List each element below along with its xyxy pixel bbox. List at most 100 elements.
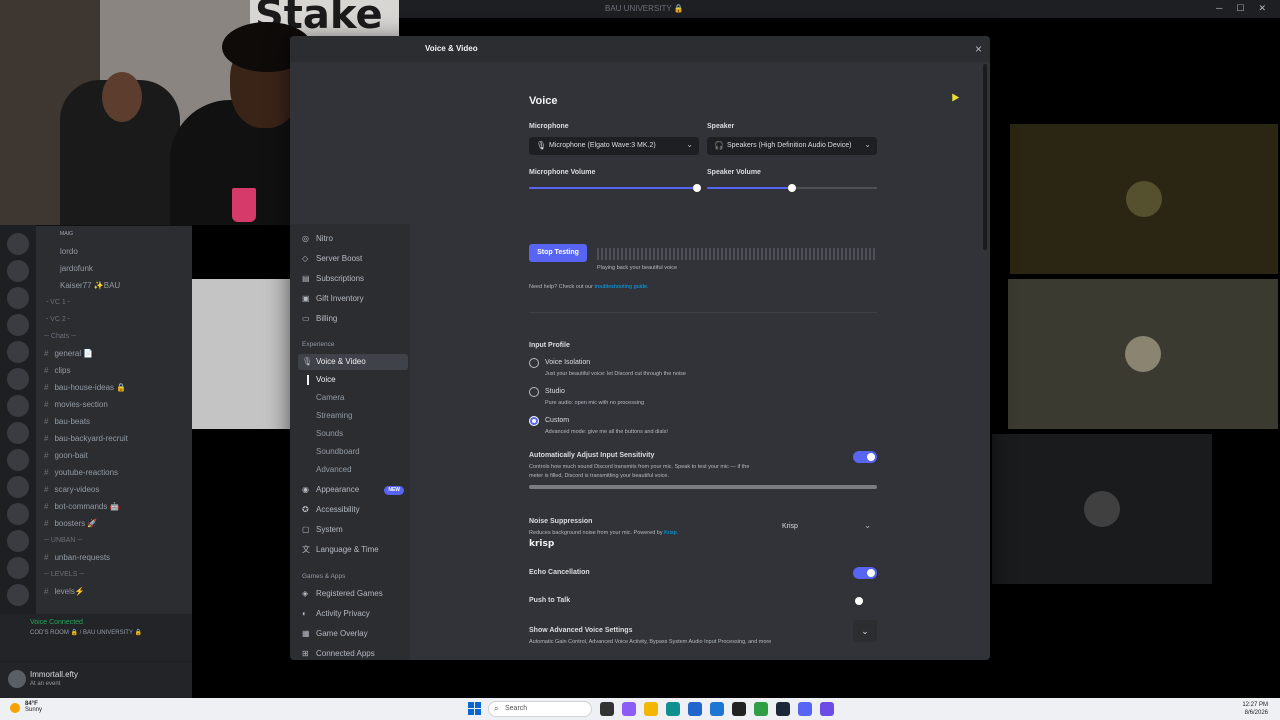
nav-item-nitro[interactable]: ◎ Nitro (298, 231, 408, 247)
video-tile[interactable] (1010, 124, 1278, 274)
channel-category[interactable]: ─ LEVELS ─ (36, 566, 192, 583)
video-tile[interactable] (192, 279, 292, 429)
auto-sensitivity-toggle[interactable] (853, 451, 877, 463)
nav-item-connected-apps[interactable]: ⊞ Connected Apps (298, 646, 408, 660)
server-icon[interactable] (7, 476, 29, 498)
channel-category[interactable]: ╶ VC 2 ╴ (36, 311, 192, 328)
push-to-talk-toggle[interactable] (853, 595, 877, 607)
expand-chevron-icon[interactable]: ⌄ (853, 620, 877, 642)
channel-category[interactable]: ╶ VC 1 ╴ (36, 294, 192, 311)
voice-connected-channel[interactable]: COD'S ROOM 🔒 / BAU UNIVERSITY 🔒 (30, 629, 142, 636)
stop-testing-button[interactable]: Stop Testing (529, 244, 587, 262)
channel-item[interactable]: # bau-backyard-recruit (36, 430, 192, 447)
voice-user[interactable]: jardofunk (36, 260, 192, 277)
nav-item-language-time[interactable]: 文 Language & Time (298, 542, 408, 558)
nav-item-gift-inventory[interactable]: ▣ Gift Inventory (298, 291, 408, 307)
nav-sub-camera[interactable]: Camera (316, 390, 344, 406)
chrome-icon[interactable] (754, 702, 768, 716)
noise-suppression-select[interactable]: Krisp ⌄ (775, 518, 877, 536)
channel-item[interactable]: # scary-videos (36, 481, 192, 498)
voice-user[interactable]: ᴹᴬᴵᴳ (36, 226, 192, 243)
slider-thumb[interactable] (693, 184, 702, 192)
nav-item-registered-games[interactable]: ◈ Registered Games (298, 586, 408, 602)
video-tile[interactable] (1008, 279, 1278, 429)
channel-item[interactable]: # movies-section (36, 396, 192, 413)
profile-option-title[interactable]: Custom (545, 417, 569, 424)
avatar[interactable] (8, 670, 26, 688)
nav-sub-streaming[interactable]: Streaming (316, 408, 352, 424)
close-window-icon[interactable]: ✕ (1258, 3, 1266, 14)
taskbar-search[interactable]: ⌕ Search (488, 701, 592, 717)
scrollbar[interactable] (983, 64, 987, 250)
weather-widget[interactable]: 84°F Sunny (25, 701, 42, 713)
server-icon[interactable] (7, 395, 29, 417)
channel-item[interactable]: # unban-requests (36, 549, 192, 566)
server-icon[interactable] (7, 584, 29, 606)
server-icon[interactable] (7, 503, 29, 525)
server-icon[interactable] (7, 260, 29, 282)
speaker-select[interactable]: 🎧 Speakers (High Definition Audio Device… (707, 137, 877, 155)
nav-item-billing[interactable]: ▭ Billing (298, 311, 408, 327)
troubleshooting-link[interactable]: troubleshooting guide. (594, 284, 648, 290)
close-icon[interactable]: × (975, 42, 982, 56)
maximize-icon[interactable]: ☐ (1236, 3, 1244, 14)
krisp-link[interactable]: Krisp. (664, 530, 678, 536)
edge-icon[interactable] (666, 702, 680, 716)
nav-item-system[interactable]: ▢ System (298, 522, 408, 538)
server-icon[interactable] (7, 233, 29, 255)
nav-item-activity-privacy[interactable]: ◐ Activity Privacy (298, 606, 408, 622)
nav-sub-soundboard[interactable]: Soundboard (316, 444, 360, 460)
task-view-icon[interactable] (600, 702, 614, 716)
windows-start-icon[interactable] (468, 702, 481, 715)
clock[interactable]: 12:27 PM 8/6/2026 (1242, 701, 1268, 717)
nav-sub-sounds[interactable]: Sounds (316, 426, 343, 442)
server-icon[interactable] (7, 368, 29, 390)
steam-icon[interactable] (776, 702, 790, 716)
voice-user[interactable]: Kaiser77 ✨BAU (36, 277, 192, 294)
server-icon[interactable] (7, 422, 29, 444)
copilot-icon[interactable] (622, 702, 636, 716)
echo-cancellation-toggle[interactable] (853, 567, 877, 579)
slider-thumb[interactable] (788, 184, 796, 192)
mail-icon[interactable] (710, 702, 724, 716)
channel-item[interactable]: # goon-bait (36, 447, 192, 464)
channel-item[interactable]: # boosters 🚀 (36, 515, 192, 532)
profile-option-title[interactable]: Voice Isolation (545, 359, 590, 366)
speaker-volume-slider[interactable] (707, 184, 877, 192)
channel-item[interactable]: # clips (36, 362, 192, 379)
channel-item[interactable]: # bau-beats (36, 413, 192, 430)
channel-item[interactable]: # levels⚡ (36, 583, 192, 600)
voice-user[interactable]: lordo (36, 243, 192, 260)
channel-category[interactable]: ─ Chats ─ (36, 328, 192, 345)
discord-icon[interactable] (798, 702, 812, 716)
nav-sub-voice[interactable]: Voice (316, 372, 336, 388)
nav-item-accessibility[interactable]: ✪ Accessibility (298, 502, 408, 518)
video-tile[interactable] (992, 434, 1212, 584)
server-icon[interactable] (7, 557, 29, 579)
nav-item-appearance[interactable]: ◉ Appearance NEW (298, 482, 408, 498)
nav-item-server-boost[interactable]: ◇ Server Boost (298, 251, 408, 267)
server-icon[interactable] (7, 530, 29, 552)
profile-radio[interactable] (529, 387, 539, 397)
nav-item-game-overlay[interactable]: ▦ Game Overlay (298, 626, 408, 642)
server-icon[interactable] (7, 287, 29, 309)
profile-radio[interactable] (529, 416, 539, 426)
mic-volume-slider[interactable] (529, 184, 702, 192)
minimize-icon[interactable]: ─ (1216, 3, 1222, 14)
nav-item-subscriptions[interactable]: ▤ Subscriptions (298, 271, 408, 287)
app-icon[interactable] (820, 702, 834, 716)
channel-item[interactable]: # youtube-reactions (36, 464, 192, 481)
channel-item[interactable]: # general 📄 (36, 345, 192, 362)
server-icon[interactable] (7, 341, 29, 363)
channel-item[interactable]: # bau-house-ideas 🔒 (36, 379, 192, 396)
microphone-select[interactable]: 🎙 Microphone (Elgato Wave:3 MK.2) ⌄ (529, 137, 699, 155)
profile-radio[interactable] (529, 358, 539, 368)
nav-sub-advanced[interactable]: Advanced (316, 462, 352, 478)
file-explorer-icon[interactable] (644, 702, 658, 716)
channel-category[interactable]: ─ UNBAN ─ (36, 532, 192, 549)
store-icon[interactable] (688, 702, 702, 716)
obs-icon[interactable] (732, 702, 746, 716)
nav-item-voice-video[interactable]: 🎙 Voice & Video (298, 354, 408, 370)
channel-item[interactable]: # bot-commands 🤖 (36, 498, 192, 515)
server-icon[interactable] (7, 449, 29, 471)
